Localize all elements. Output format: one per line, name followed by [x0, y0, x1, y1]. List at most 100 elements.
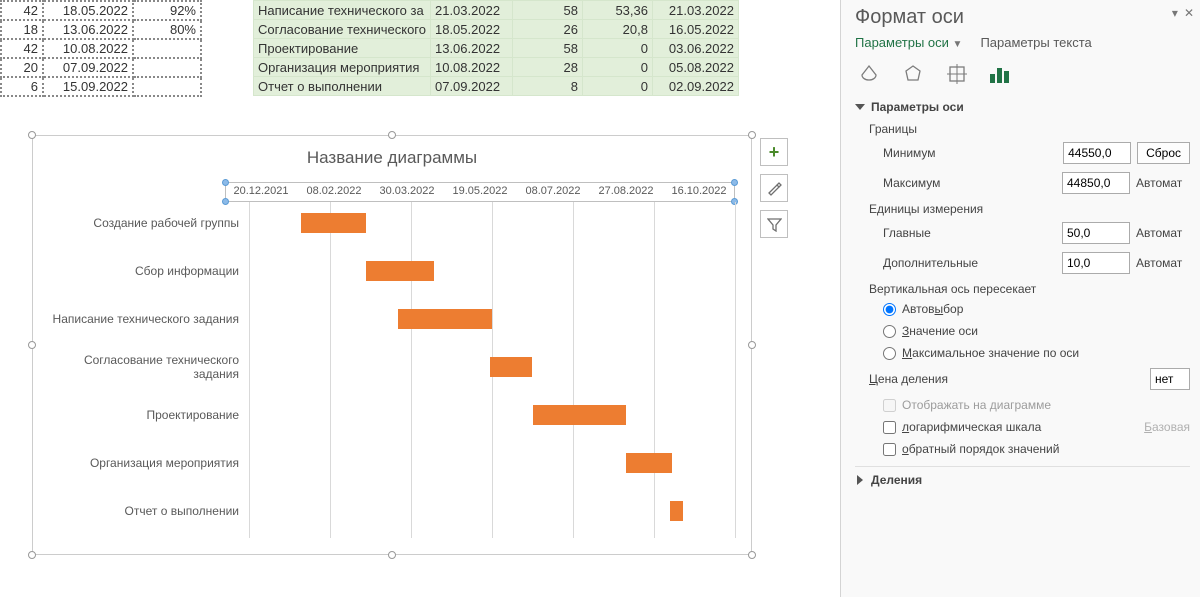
cell[interactable]: 18.05.2022: [430, 20, 512, 39]
cell[interactable]: 8: [512, 77, 582, 96]
section-axis-options[interactable]: Параметры оси: [855, 100, 1190, 114]
cell[interactable]: 42: [1, 39, 43, 58]
cell[interactable]: 21.03.2022: [430, 1, 512, 20]
cell[interactable]: 15.09.2022: [43, 77, 133, 96]
x-tick-label: 08.02.2022: [299, 185, 369, 197]
left-data-table[interactable]: 4218.05.202292% 1813.06.202280% 4210.08.20…: [0, 0, 202, 97]
cell[interactable]: 20,8: [582, 20, 652, 39]
gantt-bar[interactable]: [670, 501, 683, 521]
label-maximum: Максимум: [883, 176, 940, 190]
input-major-unit[interactable]: [1062, 222, 1130, 244]
selection-handle[interactable]: [748, 131, 756, 139]
reset-minimum-button[interactable]: Сброс: [1137, 142, 1190, 164]
cell[interactable]: Организация мероприятия: [254, 58, 431, 77]
cell[interactable]: 28: [512, 58, 582, 77]
cell[interactable]: [133, 77, 201, 96]
cell[interactable]: Написание технического за: [254, 1, 431, 20]
cell[interactable]: [133, 58, 201, 77]
selection-handle[interactable]: [748, 551, 756, 559]
bar-track: [249, 394, 733, 436]
x-axis-selection[interactable]: 20.12.202108.02.202230.03.202219.05.2022…: [225, 182, 735, 202]
cell[interactable]: 0: [582, 39, 652, 58]
chart-container[interactable]: Название диаграммы 20.12.202108.02.20223…: [32, 135, 752, 555]
cell[interactable]: 18: [1, 20, 43, 39]
cell[interactable]: 53,36: [582, 1, 652, 20]
radio-auto-cross[interactable]: Автовыбор: [883, 302, 1190, 316]
cell[interactable]: 07.09.2022: [430, 77, 512, 96]
selection-handle[interactable]: [748, 341, 756, 349]
check-reverse-order[interactable]: обратный порядок значений: [883, 442, 1190, 456]
selection-handle[interactable]: [388, 551, 396, 559]
input-maximum[interactable]: [1062, 172, 1130, 194]
chart-elements-button[interactable]: +: [760, 138, 788, 166]
cell[interactable]: 42: [1, 1, 43, 20]
cell[interactable]: 02.09.2022: [652, 77, 738, 96]
cell[interactable]: Проектирование: [254, 39, 431, 58]
label-auto: Автомат: [1136, 176, 1190, 190]
cell[interactable]: 0: [582, 77, 652, 96]
chart-title[interactable]: Название диаграммы: [33, 148, 751, 168]
fill-line-icon[interactable]: [855, 60, 883, 88]
cell[interactable]: 6: [1, 77, 43, 96]
x-tick-label: 20.12.2021: [226, 185, 296, 197]
label-auto: Автомат: [1136, 226, 1190, 240]
section-tick-marks[interactable]: Деления: [855, 466, 1190, 487]
input-display-units[interactable]: [1150, 368, 1190, 390]
x-tick-label: 08.07.2022: [518, 185, 588, 197]
check-show-on-chart: Отображать на диаграмме: [883, 398, 1190, 412]
input-minor-unit[interactable]: [1062, 252, 1130, 274]
gantt-bar[interactable]: [490, 357, 532, 377]
cell[interactable]: 26: [512, 20, 582, 39]
chart-styles-button[interactable]: [760, 174, 788, 202]
gantt-bar[interactable]: [626, 453, 671, 473]
input-minimum[interactable]: [1063, 142, 1131, 164]
cell[interactable]: 80%: [133, 20, 201, 39]
chart-filter-button[interactable]: [760, 210, 788, 238]
label-display-units: Цена деления: [869, 372, 948, 386]
cell[interactable]: 05.08.2022: [652, 58, 738, 77]
selection-handle[interactable]: [388, 131, 396, 139]
radio-max-value[interactable]: Максимальное значение по оси: [883, 346, 1190, 360]
bar-track: [249, 250, 733, 292]
cell[interactable]: 58: [512, 39, 582, 58]
cell[interactable]: 18.05.2022: [43, 1, 133, 20]
selection-handle[interactable]: [28, 131, 36, 139]
cell[interactable]: 20: [1, 58, 43, 77]
cell[interactable]: 10.08.2022: [43, 39, 133, 58]
effects-icon[interactable]: [899, 60, 927, 88]
right-data-table[interactable]: Написание технического за21.03.20225853,…: [253, 0, 739, 96]
cell[interactable]: 21.03.2022: [652, 1, 738, 20]
cell[interactable]: 07.09.2022: [43, 58, 133, 77]
format-axis-pane: ▾ ✕ Формат оси Параметры оси ▼ Параметры…: [840, 0, 1200, 597]
cell[interactable]: Согласование технического: [254, 20, 431, 39]
selection-handle[interactable]: [28, 341, 36, 349]
tab-text-options[interactable]: Параметры текста: [980, 35, 1091, 50]
gantt-bar[interactable]: [398, 309, 492, 329]
category-label: Проектирование: [39, 408, 249, 422]
size-properties-icon[interactable]: [943, 60, 971, 88]
gantt-bar[interactable]: [366, 261, 434, 281]
cell[interactable]: 13.06.2022: [43, 20, 133, 39]
pane-dropdown-icon[interactable]: ▾: [1172, 6, 1178, 20]
radio-axis-value[interactable]: Значение оси: [883, 324, 1190, 338]
pane-close-icon[interactable]: ✕: [1184, 6, 1194, 20]
selection-handle[interactable]: [28, 551, 36, 559]
gantt-bar[interactable]: [301, 213, 366, 233]
label-minimum: Минимум: [883, 146, 936, 160]
cell[interactable]: 0: [582, 58, 652, 77]
category-label: Отчет о выполнении: [39, 504, 249, 518]
cell[interactable]: 13.06.2022: [430, 39, 512, 58]
cell[interactable]: 58: [512, 1, 582, 20]
category-label: Сбор информации: [39, 264, 249, 278]
tab-axis-options[interactable]: Параметры оси ▼: [855, 35, 962, 50]
check-log-scale[interactable]: логарифмическая шкала Базовая: [883, 420, 1190, 434]
cell[interactable]: 10.08.2022: [430, 58, 512, 77]
cell[interactable]: 03.06.2022: [652, 39, 738, 58]
gantt-bar[interactable]: [533, 405, 627, 425]
axis-options-icon[interactable]: [987, 60, 1015, 88]
cell[interactable]: 16.05.2022: [652, 20, 738, 39]
cell[interactable]: Отчет о выполнении: [254, 77, 431, 96]
cell[interactable]: [133, 39, 201, 58]
cell[interactable]: 92%: [133, 1, 201, 20]
plot-area[interactable]: Создание рабочей группыСбор информацииНа…: [39, 202, 733, 538]
